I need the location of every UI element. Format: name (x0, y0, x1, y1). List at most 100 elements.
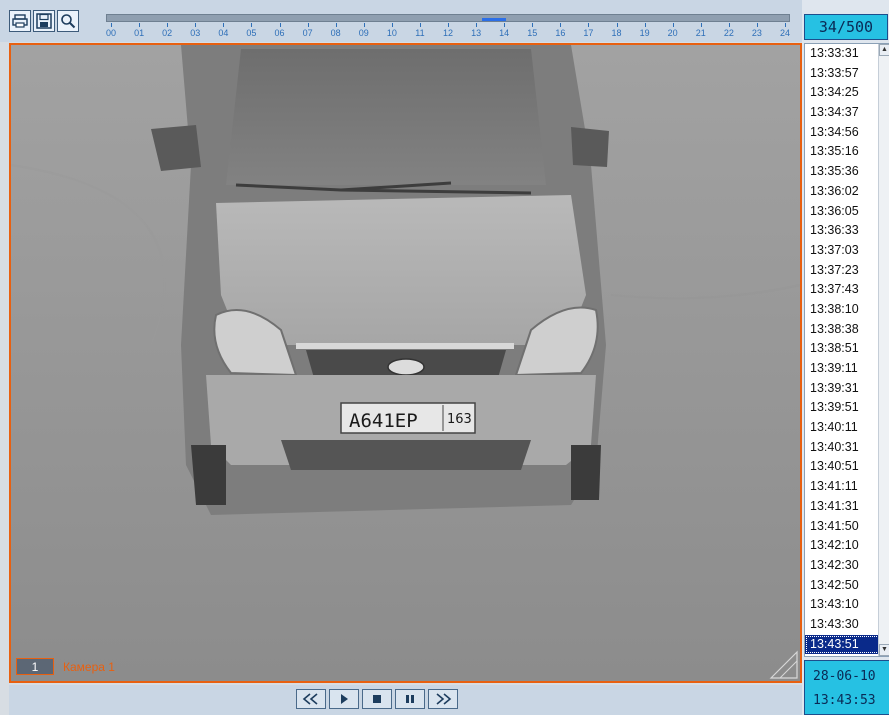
event-time-item[interactable]: 13:38:51 (805, 339, 880, 359)
event-time-item[interactable]: 13:34:25 (805, 83, 880, 103)
timeline-tick (139, 23, 141, 27)
timeline-position-marker[interactable] (481, 18, 506, 21)
timeline[interactable]: 00 01 02 03 04 05 06 07 08 09 10 11 12 13 14 15 16 17 18 19… (106, 12, 790, 40)
timeline-hour-label: 09 (358, 28, 369, 38)
event-time-item[interactable]: 13:34:37 (805, 103, 880, 123)
timeline-tick (448, 23, 449, 27)
event-time-item[interactable]: 13:38:10 (805, 300, 880, 320)
play-icon (341, 694, 348, 704)
event-time-item[interactable]: 13:36:02 (805, 182, 880, 202)
timeline-hour-label: 13 (471, 28, 482, 38)
timeline-tick (476, 23, 478, 27)
event-time-item[interactable]: 13:40:11 (805, 418, 880, 438)
top-toolbar: 00 01 02 03 04 05 06 07 08 09 10 11 12 13 14 15 16 17 18 19… (0, 0, 802, 42)
timeline-tick (363, 23, 365, 27)
timeline-tick (672, 23, 674, 27)
zoom-button[interactable] (57, 10, 79, 32)
scroll-down-arrow-icon[interactable]: ▼ (879, 644, 889, 656)
rewind-button[interactable] (296, 689, 326, 709)
timeline-hour-label: 24 (779, 28, 791, 38)
event-time-item[interactable]: 13:41:11 (805, 477, 880, 497)
timeline-hour-label: 10 (386, 28, 397, 38)
event-time-item[interactable]: 13:37:23 (805, 261, 880, 281)
event-time-item[interactable]: 13:35:16 (805, 142, 880, 162)
timeline-tick (644, 23, 646, 27)
event-time-item[interactable]: 13:39:31 (805, 379, 880, 399)
right-panel: 34/500 13:33:31 13:33:57 13:34:25 13:34:37 1… (802, 0, 889, 715)
resize-grip-icon[interactable] (768, 649, 798, 679)
event-time-item[interactable]: 13:36:33 (805, 221, 880, 241)
event-counter: 34/500 (804, 14, 888, 40)
timeline-tick (728, 23, 730, 27)
event-time-item[interactable]: 13:43:10 (805, 595, 880, 615)
event-time-item[interactable]: 13:43:51 (805, 634, 880, 655)
timeline-hour-label: 18 (611, 28, 622, 38)
timeline-tick (419, 23, 421, 27)
timeline-hour-label: 19 (639, 28, 650, 38)
timeline-hour-label: 16 (555, 28, 566, 38)
save-button[interactable] (33, 10, 55, 32)
license-plate-region: 163 (447, 412, 472, 427)
rewind-icon (302, 693, 318, 705)
timeline-tick (700, 23, 702, 27)
timeline-tick (588, 23, 590, 27)
print-button[interactable] (9, 10, 31, 32)
playback-bar (9, 685, 802, 715)
fast-forward-button[interactable] (428, 689, 458, 709)
timeline-hour-label: 07 (302, 28, 313, 38)
license-plate-number: A641EP (349, 410, 418, 432)
timeline-hour-label: 03 (190, 28, 201, 38)
event-time-item[interactable]: 13:35:36 (805, 162, 880, 182)
event-time-item[interactable]: 13:38:38 (805, 320, 880, 340)
timeline-hour-label: 20 (667, 28, 678, 38)
event-time-item[interactable]: 13:33:57 (805, 64, 880, 84)
event-time-item[interactable]: 13:34:56 (805, 123, 880, 143)
timeline-hour-labels: 00 01 02 03 04 05 06 07 08 09 10 11 12 13 14 15 16 17 18 19… (106, 28, 790, 40)
timeline-tick (616, 23, 618, 27)
timeline-hour-label: 08 (330, 28, 341, 38)
camera-video-frame[interactable]: A641EP 163 1 Камера 1 (9, 43, 802, 683)
camera-number-badge[interactable]: 1 (16, 658, 54, 675)
event-time-item[interactable]: 13:40:51 (805, 457, 880, 477)
timeline-tick (279, 23, 281, 27)
event-time-item[interactable]: 13:42:10 (805, 536, 880, 556)
event-time-item[interactable]: 13:33:31 (805, 44, 880, 64)
event-time-item[interactable]: 13:40:31 (805, 438, 880, 458)
event-time-item[interactable]: 13:41:31 (805, 497, 880, 517)
timeline-hour-label: 21 (695, 28, 706, 38)
event-time-item[interactable]: 13:39:11 (805, 359, 880, 379)
save-icon (36, 13, 52, 29)
event-time-list[interactable]: 13:33:31 13:33:57 13:34:25 13:34:37 13:34:56… (804, 43, 889, 657)
camera-number: 1 (31, 659, 39, 674)
timeline-tick (111, 23, 112, 27)
play-button[interactable] (329, 689, 359, 709)
timeline-tick (560, 23, 562, 27)
timeline-hour-label: 23 (751, 28, 762, 38)
timeline-hour-label: 12 (442, 28, 454, 38)
event-time-item[interactable]: 13:42:30 (805, 556, 880, 576)
stop-button[interactable] (362, 689, 392, 709)
timeline-track[interactable] (106, 14, 790, 22)
current-time: 13:43:53 (813, 693, 876, 708)
timeline-tick (223, 23, 225, 27)
event-list-scrollbar[interactable]: ▲ ▼ (878, 44, 889, 656)
print-icon (12, 14, 28, 28)
event-time-item[interactable]: 13:37:03 (805, 241, 880, 261)
event-time-item[interactable]: 13:36:05 (805, 202, 880, 222)
pause-button[interactable] (395, 689, 425, 709)
timeline-tick (532, 23, 534, 27)
camera-image: A641EP 163 (11, 45, 800, 681)
timeline-hour-label: 05 (246, 28, 257, 38)
event-time-item[interactable]: 13:42:50 (805, 576, 880, 596)
event-time-item[interactable]: 13:43:30 (805, 615, 880, 635)
timeline-tick (785, 23, 786, 27)
timeline-tick (167, 23, 169, 27)
event-time-item[interactable]: 13:37:43 (805, 280, 880, 300)
timeline-tick (307, 23, 309, 27)
event-time-item[interactable]: 13:39:51 (805, 398, 880, 418)
event-time-item[interactable]: 13:41:50 (805, 517, 880, 537)
timeline-tick (195, 23, 197, 27)
timeline-hour-label: 22 (723, 28, 734, 38)
scroll-up-arrow-icon[interactable]: ▲ (879, 44, 889, 56)
stop-icon (373, 695, 381, 703)
